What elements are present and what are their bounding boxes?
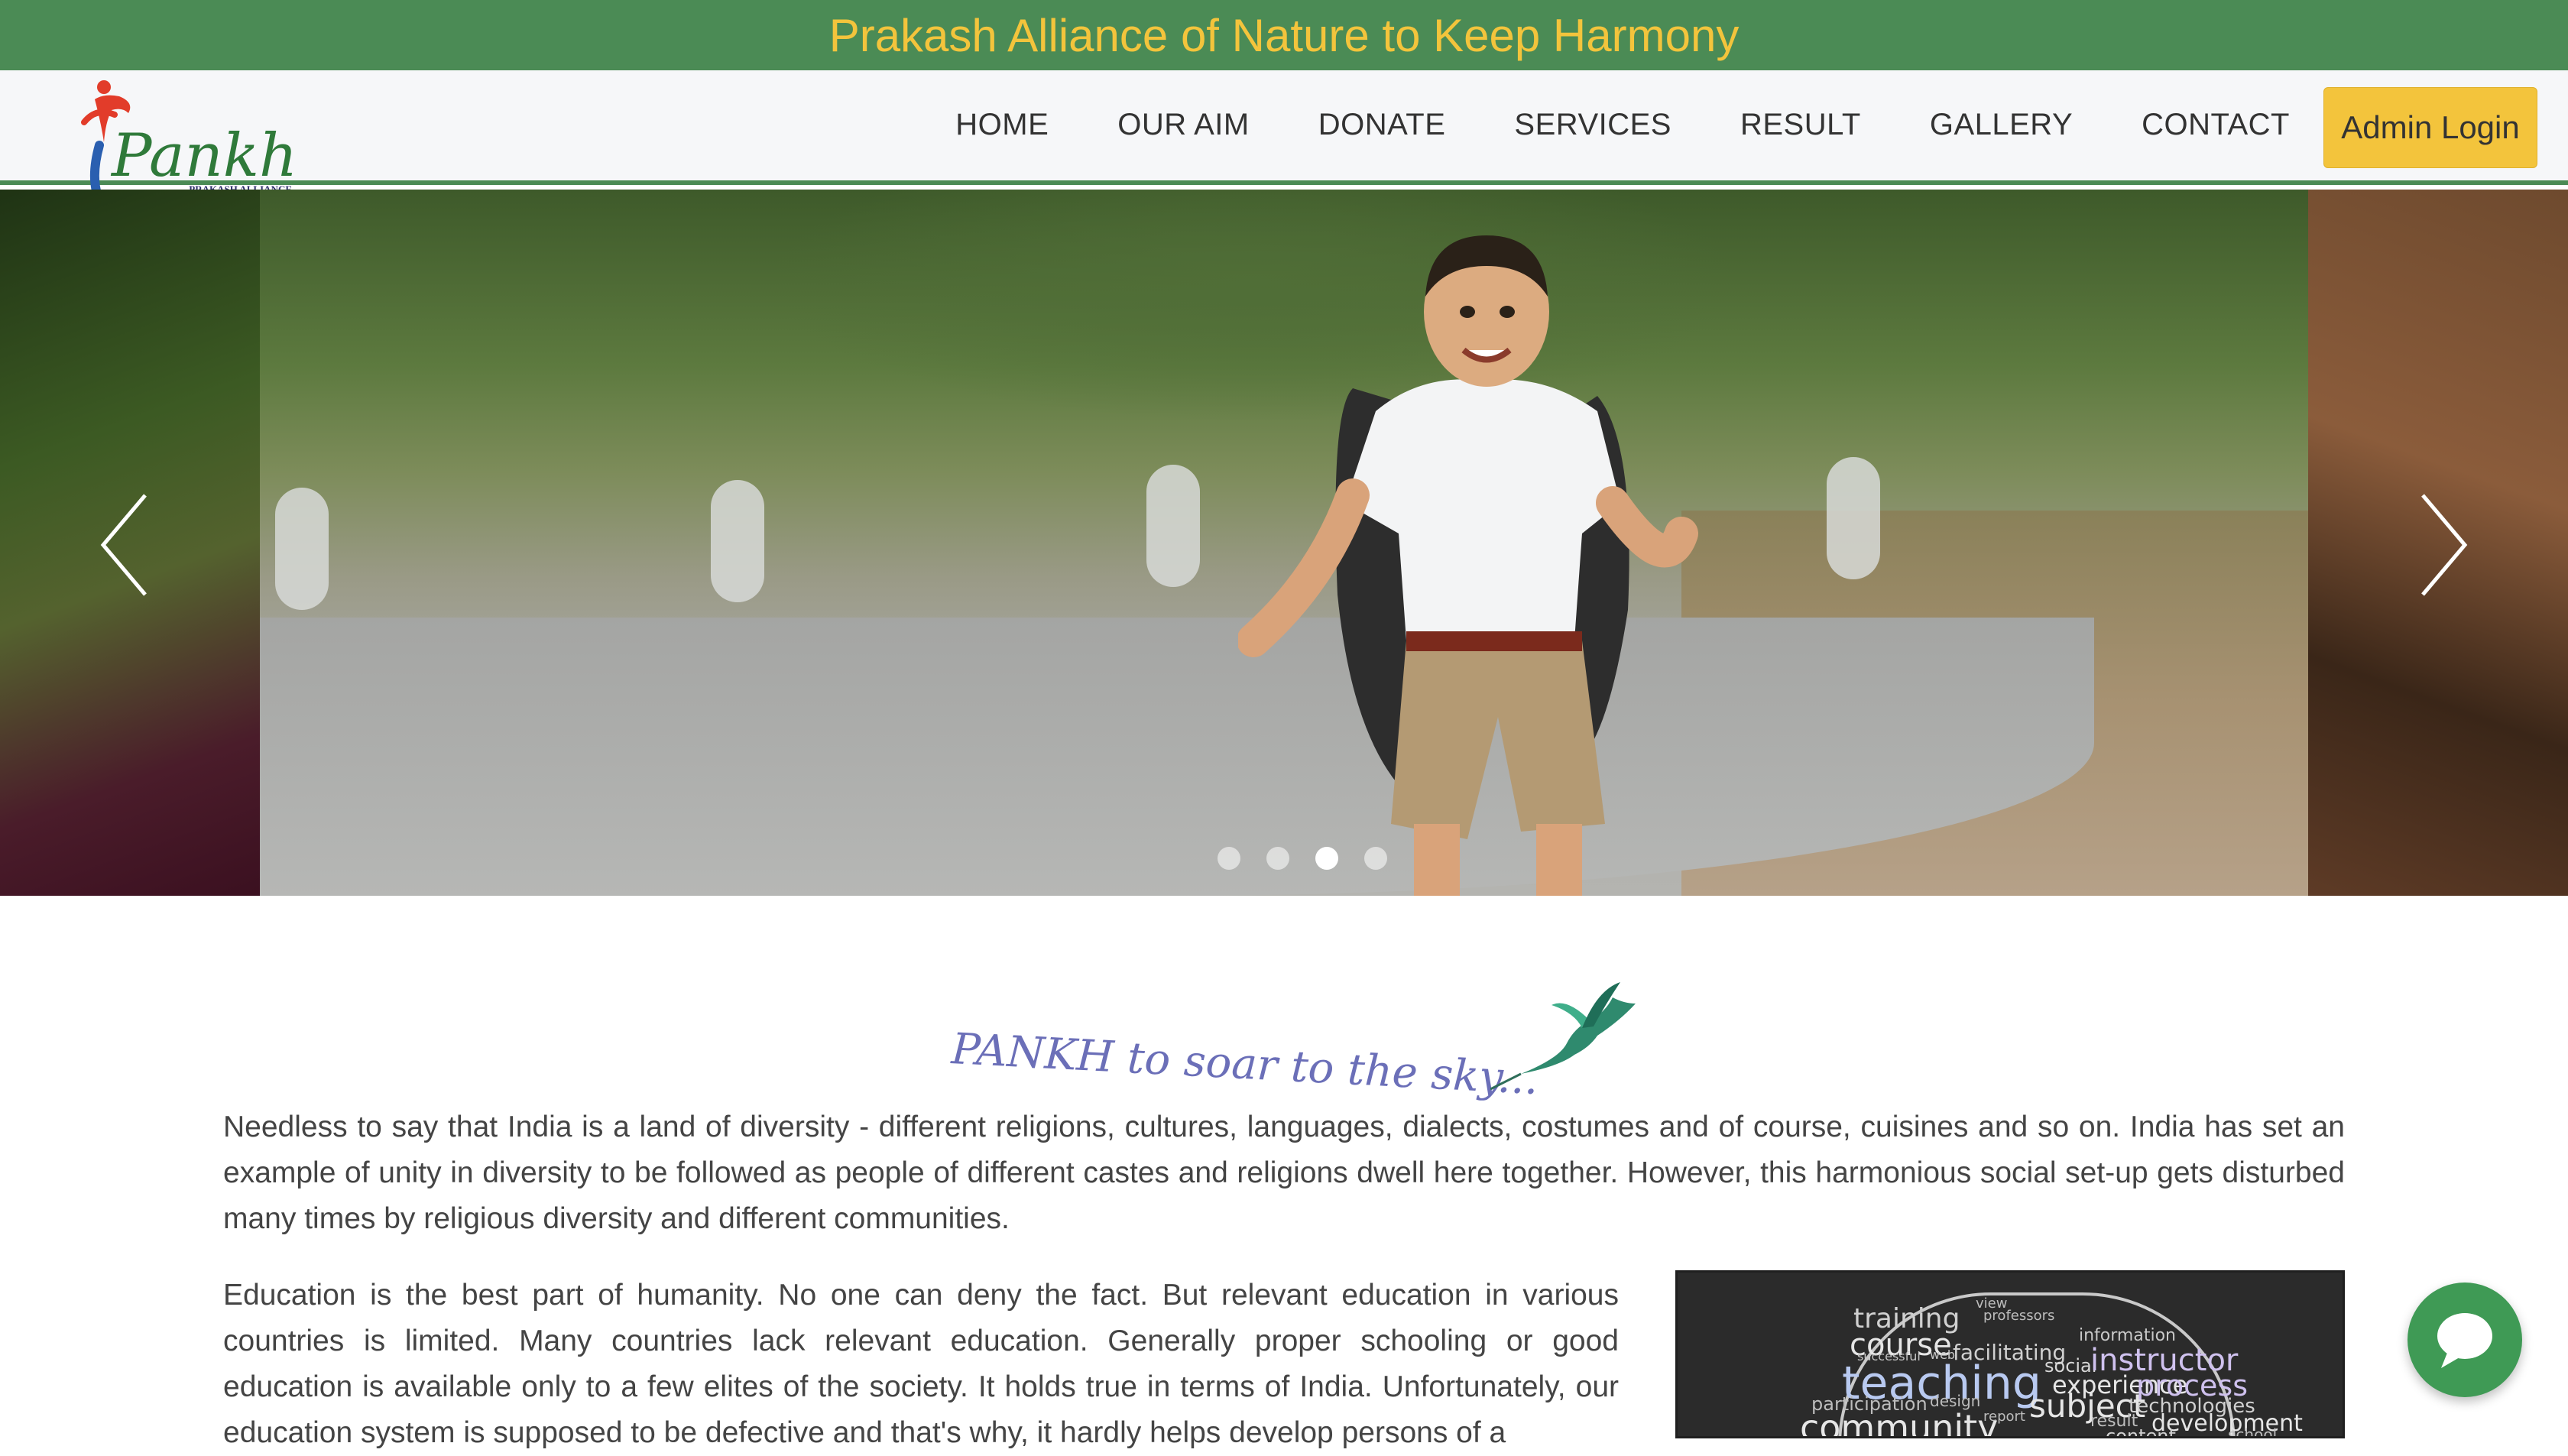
word-cloud-word: view — [1976, 1295, 2008, 1312]
slider-indicators — [0, 847, 2568, 870]
nav-donate[interactable]: DONATE — [1318, 108, 1446, 142]
slider-dot[interactable] — [1218, 847, 1240, 870]
slider-dot-active[interactable] — [1315, 847, 1338, 870]
running-boy-figure — [1238, 235, 1698, 896]
nav-home[interactable]: HOME — [955, 108, 1049, 142]
chat-widget-button[interactable] — [2408, 1283, 2522, 1397]
intro-paragraph: Needless to say that India is a land of … — [223, 1111, 2345, 1235]
road-post — [1827, 457, 1880, 579]
education-paragraph: Education is the best part of humanity. … — [223, 1279, 1619, 1449]
road-post — [711, 480, 764, 602]
top-banner: Prakash Alliance of Nature to Keep Harmo… — [0, 0, 2568, 70]
navbar: Pankh PRAKASH ALLIANCE OF NATURE TO KEEP… — [0, 70, 2568, 229]
chat-bubble-icon — [2437, 1313, 2492, 1368]
site-title: Prakash Alliance of Nature to Keep Harmo… — [828, 9, 1740, 61]
hummingbird-icon — [1490, 982, 1636, 1091]
main-nav: HOME OUR AIM DONATE SERVICES RESULT GALL… — [887, 70, 2290, 179]
nav-contact[interactable]: CONTACT — [2142, 108, 2290, 142]
hero-slider — [0, 190, 2568, 896]
admin-login-button[interactable]: Admin Login — [2323, 87, 2537, 168]
nav-our-aim[interactable]: OUR AIM — [1117, 108, 1249, 142]
chevron-left-icon[interactable] — [92, 488, 160, 602]
slider-dot[interactable] — [1364, 847, 1387, 870]
tagline-text: PANKH to soar to the sky... — [950, 1024, 1540, 1105]
nav-gallery[interactable]: GALLERY — [1930, 108, 2073, 142]
nav-services[interactable]: SERVICES — [1514, 108, 1671, 142]
education-word-cloud-image: training professors view course successful we… — [1675, 1270, 2345, 1438]
tagline-block: PANKH to soar to the sky... — [940, 982, 1636, 1105]
word-cloud-word: community — [1800, 1407, 1999, 1438]
slider-dot[interactable] — [1266, 847, 1289, 870]
svg-text:Pankh: Pankh — [110, 122, 295, 190]
chevron-right-icon[interactable] — [2408, 488, 2476, 602]
word-cloud-word: report — [1983, 1409, 2025, 1425]
road-post — [275, 488, 329, 610]
road-post — [1146, 465, 1200, 587]
nav-result[interactable]: RESULT — [1740, 108, 1861, 142]
